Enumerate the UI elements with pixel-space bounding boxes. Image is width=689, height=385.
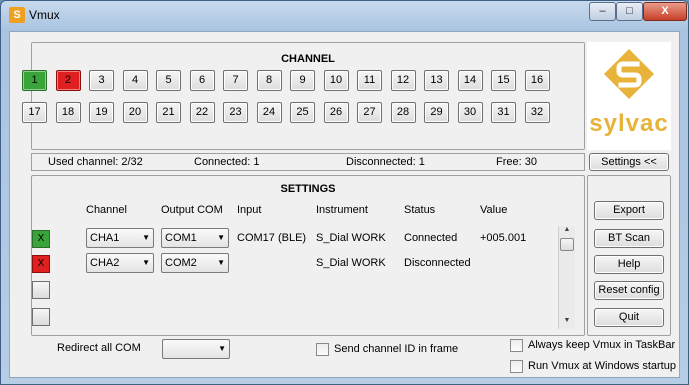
help-button[interactable]: Help — [594, 255, 664, 274]
window-title: Vmux — [29, 8, 60, 22]
channel-button-1[interactable]: 1 — [22, 70, 47, 91]
chevron-down-icon: ▼ — [217, 233, 225, 242]
channel-button-14[interactable]: 14 — [457, 70, 483, 91]
chevron-down-icon: ▼ — [142, 258, 150, 267]
sylvac-logo-text: sylvac — [589, 110, 669, 137]
col-header-value: Value — [480, 204, 508, 216]
settings-group-title: SETTINGS — [280, 183, 336, 195]
channel-button-3[interactable]: 3 — [89, 70, 114, 91]
channel-group-title: CHANNEL — [281, 53, 335, 65]
channel-button-15[interactable]: 15 — [491, 70, 516, 91]
row3-channel-toggle[interactable] — [32, 281, 50, 299]
channel-button-28[interactable]: 28 — [390, 102, 416, 123]
col-header-status: Status — [404, 204, 436, 216]
channel-button-24[interactable]: 24 — [256, 102, 282, 123]
channel-group: CHANNEL — [31, 42, 585, 150]
col-header-output-com: Output COM — [161, 204, 223, 216]
channel-button-18[interactable]: 18 — [55, 102, 81, 123]
row1-output-com-select[interactable]: COM1 ▼ — [161, 228, 229, 248]
channel-button-25[interactable]: 25 — [290, 102, 315, 123]
channel-button-30[interactable]: 30 — [457, 102, 483, 123]
run-at-startup-checkbox[interactable] — [510, 360, 523, 373]
row1-channel-select[interactable]: CHA1 ▼ — [86, 228, 154, 248]
chevron-down-icon: ▼ — [142, 233, 150, 242]
redirect-all-com-select[interactable]: ▼ — [162, 339, 230, 359]
channel-button-9[interactable]: 9 — [290, 70, 315, 91]
export-button[interactable]: Export — [594, 201, 664, 220]
app-icon: S — [9, 7, 25, 23]
row1-channel-toggle[interactable]: X — [32, 230, 50, 248]
row2-channel-value: CHA2 — [90, 257, 120, 269]
channel-status-bar: Used channel: 2/32 Connected: 1 Disconne… — [31, 153, 585, 171]
channel-button-19[interactable]: 19 — [89, 102, 114, 123]
channel-button-2[interactable]: 2 — [55, 70, 81, 91]
connected-count: Connected: 1 — [194, 156, 260, 168]
col-header-instrument: Instrument — [316, 204, 368, 216]
channel-button-29[interactable]: 29 — [424, 102, 449, 123]
channel-button-6[interactable]: 6 — [189, 70, 215, 91]
channel-button-31[interactable]: 31 — [491, 102, 516, 123]
scroll-down-icon[interactable]: ▼ — [559, 317, 575, 329]
channel-button-16[interactable]: 16 — [524, 70, 550, 91]
channel-button-5[interactable]: 5 — [156, 70, 181, 91]
row2-channel-select[interactable]: CHA2 ▼ — [86, 253, 154, 273]
channel-button-8[interactable]: 8 — [256, 70, 282, 91]
channel-button-11[interactable]: 11 — [357, 70, 382, 91]
chevron-down-icon: ▼ — [218, 344, 226, 353]
always-keep-taskbar-label: Always keep Vmux in TaskBar — [528, 339, 676, 351]
channel-button-10[interactable]: 10 — [323, 70, 349, 91]
col-header-input: Input — [237, 204, 262, 216]
redirect-all-com-label: Redirect all COM — [57, 342, 141, 354]
sylvac-logo: sylvac — [587, 42, 671, 150]
row2-status: Disconnected — [404, 257, 471, 269]
used-channel-text: Used channel: 2/32 — [48, 156, 143, 168]
scroll-up-icon[interactable]: ▲ — [559, 226, 575, 238]
quit-button[interactable]: Quit — [594, 308, 664, 327]
channel-button-17[interactable]: 17 — [22, 102, 47, 123]
row2-instrument: S_Dial WORK — [316, 257, 386, 269]
channel-button-21[interactable]: 21 — [156, 102, 181, 123]
row1-status: Connected — [404, 232, 458, 244]
col-header-channel: Channel — [86, 204, 127, 216]
reset-config-button[interactable]: Reset config — [594, 281, 664, 300]
client-area: CHANNEL Used channel: 2/32 Connected: 1 … — [9, 31, 680, 378]
channel-button-26[interactable]: 26 — [323, 102, 349, 123]
maximize-button[interactable]: □ — [616, 2, 643, 21]
always-keep-taskbar-checkbox[interactable] — [510, 339, 523, 352]
channel-button-4[interactable]: 4 — [122, 70, 148, 91]
row2-output-com-value: COM2 — [165, 257, 197, 269]
vmux-window: S Vmux – □ X CHANNEL Used channel: 2/32 … — [0, 0, 689, 385]
scroll-thumb[interactable] — [560, 238, 574, 251]
settings-scrollbar[interactable]: ▲ ▼ — [558, 226, 575, 329]
row1-output-com-value: COM1 — [165, 232, 197, 244]
bt-scan-button[interactable]: BT Scan — [594, 229, 664, 248]
send-channel-id-label: Send channel ID in frame — [334, 343, 459, 355]
channel-button-27[interactable]: 27 — [357, 102, 382, 123]
row1-instrument: S_Dial WORK — [316, 232, 386, 244]
chevron-down-icon: ▼ — [217, 258, 225, 267]
run-at-startup-label: Run Vmux at Windows startup — [528, 360, 676, 372]
row1-input: COM17 (BLE) — [237, 232, 307, 244]
row4-channel-toggle[interactable] — [32, 308, 50, 326]
minimize-button[interactable]: – — [589, 2, 616, 21]
channel-button-23[interactable]: 23 — [223, 102, 248, 123]
channel-button-7[interactable]: 7 — [223, 70, 248, 91]
send-channel-id-checkbox[interactable] — [316, 343, 329, 356]
row2-channel-toggle[interactable]: X — [32, 255, 50, 273]
channel-button-32[interactable]: 32 — [524, 102, 550, 123]
sylvac-diamond-icon — [604, 49, 654, 99]
channel-button-20[interactable]: 20 — [122, 102, 148, 123]
settings-toggle-button[interactable]: Settings << — [589, 153, 669, 171]
row2-output-com-select[interactable]: COM2 ▼ — [161, 253, 229, 273]
disconnected-count: Disconnected: 1 — [346, 156, 425, 168]
channel-button-12[interactable]: 12 — [390, 70, 416, 91]
row1-value: +005.001 — [480, 232, 527, 244]
free-count: Free: 30 — [496, 156, 537, 168]
channel-button-13[interactable]: 13 — [424, 70, 449, 91]
row1-channel-value: CHA1 — [90, 232, 120, 244]
close-button[interactable]: X — [643, 2, 687, 21]
title-bar[interactable]: S Vmux – □ X — [1, 1, 688, 31]
channel-button-22[interactable]: 22 — [189, 102, 215, 123]
